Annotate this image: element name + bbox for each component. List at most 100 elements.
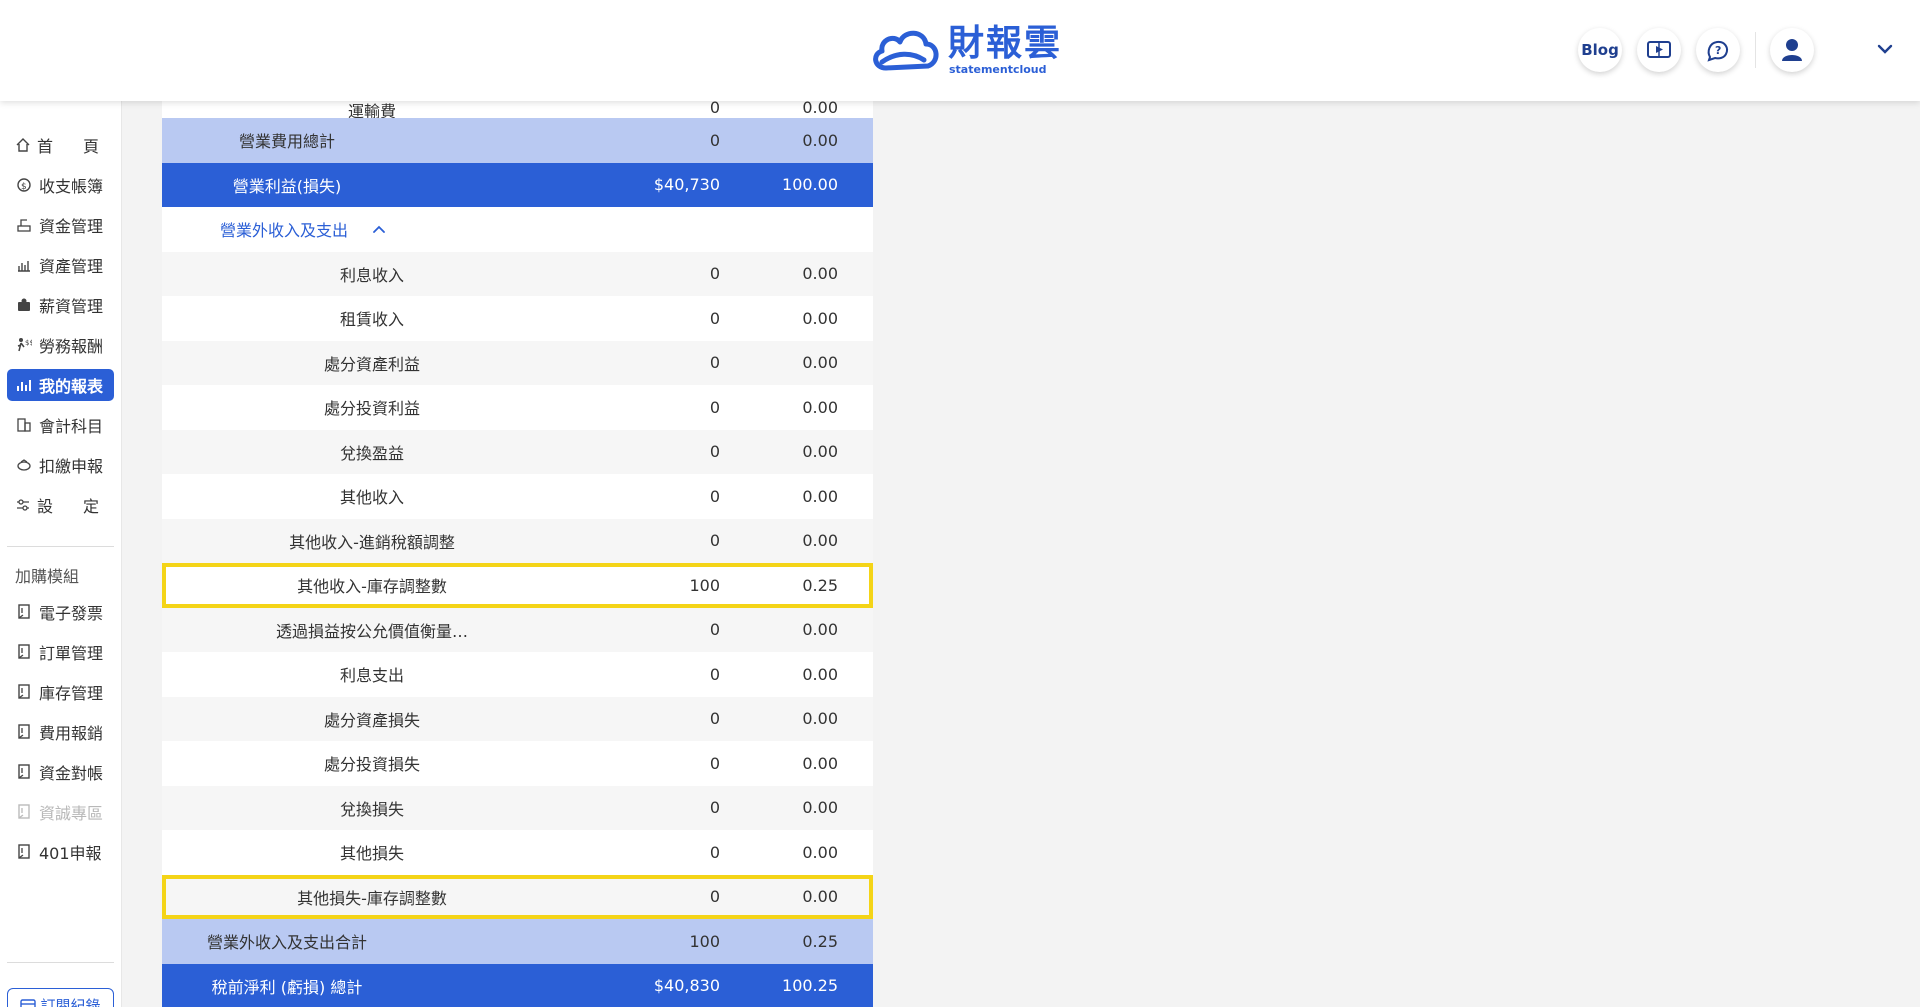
sidebar-item-label: 資金對帳 [39, 764, 104, 783]
sidebar-item-withholding[interactable]: 扣繳申報 [7, 449, 114, 481]
row-label: 處分資產利益 [323, 354, 420, 374]
row-label: 處分投資損失 [323, 755, 420, 775]
sidebar-item-label: 電子發票 [39, 604, 104, 623]
labor-icon: $$ [15, 336, 33, 354]
sidebar-item-labor-fee[interactable]: $$ 勞務報酬 [7, 329, 114, 361]
table-row: 兌換損失 0 0.00 [162, 785, 873, 830]
table-row: 處分資產損失 0 0.00 [162, 696, 873, 741]
sidebar-item-settings[interactable]: 設定 [7, 489, 114, 521]
sidebar-item-label: 我的報表 [39, 377, 104, 396]
sidebar-item-label: 設定 [37, 497, 130, 516]
row-amount: 0 [709, 442, 720, 462]
home-icon [15, 136, 31, 154]
sidebar-item-label: 資誠專區 [39, 804, 104, 823]
sidebar-item-asset-management[interactable]: 資產管理 [7, 249, 114, 281]
sidebar-item-accounting-subjects[interactable]: 會計科目 [7, 409, 114, 441]
svg-text:?: ? [1715, 44, 1721, 57]
sidebar-item-label: 會計科目 [39, 417, 104, 436]
table-row-total: 營業利益(損失) $40,730 100.00 [162, 162, 873, 207]
sidebar-item-label: 扣繳申報 [39, 457, 104, 476]
table-row: 利息支出 0 0.00 [162, 652, 873, 697]
row-percent: 0.25 [802, 931, 838, 951]
sidebar-item-my-reports[interactable]: 我的報表 [7, 369, 114, 401]
row-percent: 0.00 [802, 98, 838, 117]
chevron-up-icon[interactable] [372, 224, 386, 234]
sidebar-item-home[interactable]: 首頁 [7, 129, 114, 161]
row-label: 兌換盈益 [339, 443, 404, 463]
row-percent: 0.25 [802, 575, 838, 595]
user-icon [1782, 39, 1802, 61]
card-icon [20, 999, 37, 1007]
top-header: 財報雲 statementcloud Blog ? [0, 0, 1920, 101]
sidebar-item-pwc-zone[interactable]: 資誠專區 [7, 796, 114, 828]
sidebar-item-inventory[interactable]: 庫存管理 [7, 676, 114, 708]
row-amount: 0 [709, 664, 720, 684]
row-percent: 0.00 [802, 308, 838, 328]
svg-text:$: $ [21, 182, 27, 192]
row-percent: 0.00 [802, 798, 838, 818]
settings-icon [15, 496, 31, 514]
table-row: 兌換盈益 0 0.00 [162, 429, 873, 474]
row-label: 利息支出 [339, 666, 404, 686]
sidebar-item-reconciliation[interactable]: 資金對帳 [7, 756, 114, 788]
cash-icon [15, 216, 33, 234]
brand-logo[interactable]: 財報雲 statementcloud [868, 22, 1062, 78]
module-book-icon [15, 683, 33, 701]
row-label: 處分投資利益 [323, 399, 420, 419]
row-amount: 0 [709, 753, 720, 773]
tax-icon [15, 456, 33, 474]
row-amount: 0 [709, 308, 720, 328]
section-title: 營業外收入及支出 [220, 221, 349, 241]
row-percent: 0.00 [802, 442, 838, 462]
row-amount: 0 [709, 486, 720, 506]
row-amount: 0 [709, 620, 720, 640]
row-amount: 0 [709, 709, 720, 729]
blog-button[interactable]: Blog [1578, 28, 1622, 72]
module-book-icon [15, 763, 33, 781]
row-percent: 0.00 [802, 664, 838, 684]
row-label: 透過損益按公允價值衡量… [275, 621, 468, 641]
row-label: 處分資產損失 [323, 710, 420, 730]
sidebar-divider [7, 962, 114, 963]
help-chat-button[interactable]: ? [1696, 28, 1740, 72]
module-book-icon [15, 643, 33, 661]
sidebar-item-expense-claims[interactable]: 費用報銷 [7, 716, 114, 748]
video-tutorial-button[interactable] [1637, 28, 1681, 72]
sidebar-item-label: 薪資管理 [39, 297, 104, 316]
payroll-icon [15, 296, 33, 314]
row-percent: 0.00 [802, 486, 838, 506]
asset-icon [15, 256, 33, 274]
sidebar-item-cash-management[interactable]: 資金管理 [7, 209, 114, 241]
row-label: 兌換損失 [339, 799, 404, 819]
user-avatar-button[interactable] [1770, 28, 1814, 72]
sidebar-item-label: 收支帳簿 [39, 177, 104, 196]
table-row-total: 稅前淨利 (虧損) 總計 $40,830 100.25 [162, 963, 873, 1007]
ledger-icon [15, 416, 33, 434]
row-label: 營業外收入及支出合計 [206, 933, 367, 953]
header-divider [1755, 32, 1756, 68]
sidebar-item-orders[interactable]: 訂單管理 [7, 636, 114, 668]
table-row: 租賃收入 0 0.00 [162, 296, 873, 341]
table-row: 處分投資損失 0 0.00 [162, 741, 873, 786]
table-row: 處分資產利益 0 0.00 [162, 340, 873, 385]
sidebar-item-payroll[interactable]: 薪資管理 [7, 289, 114, 321]
row-percent: 0.00 [802, 842, 838, 862]
table-row-highlighted: 其他收入-庫存調整數 100 0.25 [162, 563, 873, 608]
row-label: 運輸費 [347, 102, 396, 118]
row-amount: 0 [709, 798, 720, 818]
sidebar-item-e-invoice[interactable]: 電子發票 [7, 596, 114, 628]
chevron-down-icon[interactable] [1872, 36, 1898, 62]
section-header-non-operating[interactable]: 營業外收入及支出 [162, 207, 873, 252]
subscription-record-button[interactable]: 訂閱紀錄 [7, 988, 114, 1007]
sidebar-item-ledger-book[interactable]: $ 收支帳簿 [7, 169, 114, 201]
row-amount: 0 [709, 531, 720, 551]
sidebar-item-label: 勞務報酬 [39, 337, 104, 356]
sidebar-item-401-filing[interactable]: 401申報 [7, 836, 114, 868]
row-label: 利息收入 [339, 265, 404, 285]
row-amount: $40,830 [653, 976, 720, 996]
row-amount: 100 [689, 575, 720, 595]
brand-subtitle: statementcloud [949, 62, 1047, 76]
row-percent: 100.00 [782, 175, 838, 195]
sidebar: 首頁 $ 收支帳簿 資金管理 資產管理 薪資管理 $$ 勞務報酬 我的報表 會計… [0, 101, 122, 1007]
table-row: 其他收入 0 0.00 [162, 474, 873, 519]
